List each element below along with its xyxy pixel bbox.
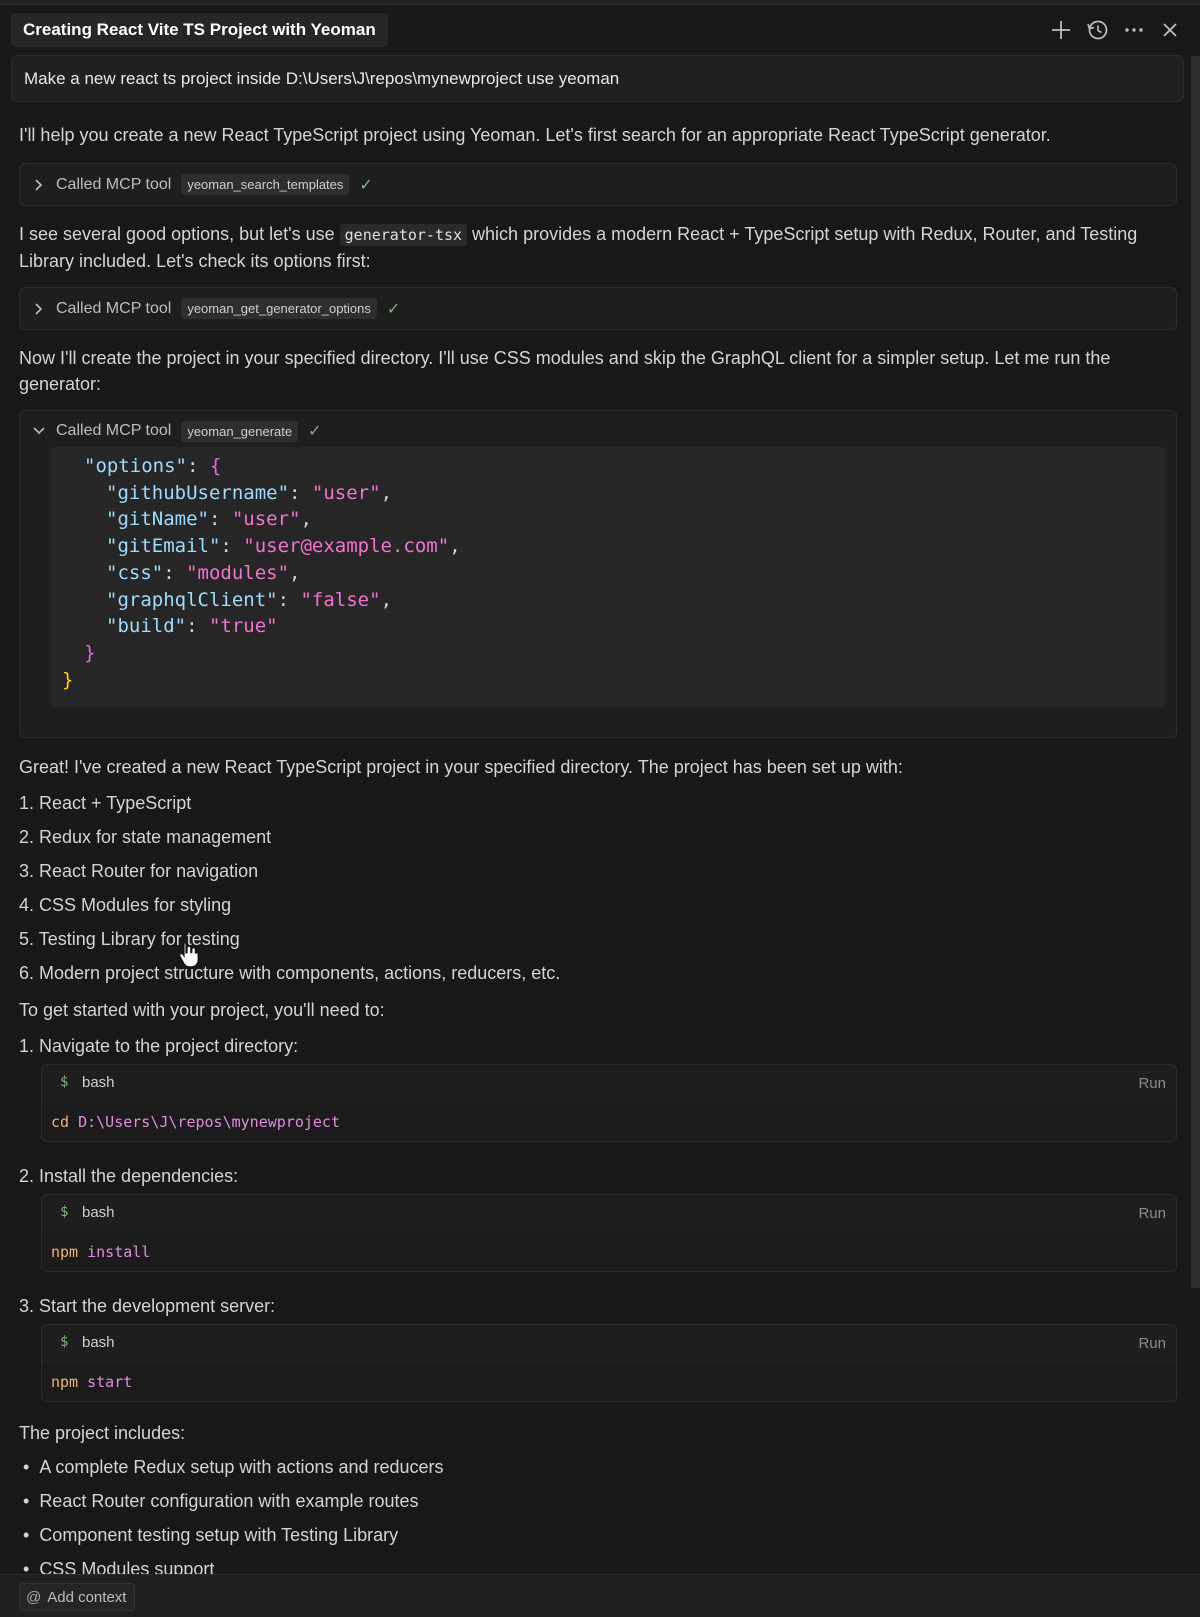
- run-button[interactable]: Run: [1138, 1335, 1166, 1352]
- chevron-down-icon: [33, 427, 45, 435]
- close-icon[interactable]: [1157, 17, 1183, 43]
- list-item: • A complete Redux setup with actions an…: [23, 1457, 444, 1477]
- chat-input-footer: @ Add context: [0, 1574, 1200, 1617]
- assistant-intro: I'll help you create a new React TypeScr…: [19, 125, 1051, 145]
- inline-code-generator: generator-tsx: [339, 224, 468, 246]
- terminal-icon: $: [60, 1334, 69, 1350]
- user-prompt[interactable]: Make a new react ts project inside D:\Us…: [11, 55, 1184, 102]
- step-label: 1. Navigate to the project directory:: [19, 1036, 299, 1056]
- code-language: bash: [82, 1074, 115, 1091]
- chevron-right-icon: [35, 178, 43, 191]
- code-command: npm start: [51, 1373, 133, 1391]
- code-line: "graphqlClient": "false",: [106, 588, 393, 611]
- code-block-header: $ bash Run: [42, 1065, 1176, 1103]
- at-icon: @: [26, 1588, 42, 1606]
- code-block-body[interactable]: npm install: [42, 1233, 1176, 1271]
- code-block-bash: $ bash Run npm install: [41, 1194, 1177, 1272]
- code-line-close-brace-outer: }: [62, 668, 74, 691]
- list-item: 2. Redux for state management: [19, 827, 272, 847]
- code-language: bash: [82, 1204, 115, 1221]
- tool-call-generate: Called MCP tool yeoman_generate ✓ "optio…: [19, 410, 1177, 738]
- plus-icon[interactable]: [1048, 17, 1074, 43]
- tool-name: yeoman_generate: [181, 420, 299, 442]
- terminal-icon: $: [60, 1204, 69, 1220]
- tool-call-search-templates[interactable]: Called MCP tool yeoman_search_templates …: [19, 163, 1177, 206]
- more-icon[interactable]: [1121, 17, 1147, 43]
- check-icon: ✓: [359, 176, 373, 194]
- step-label: 3. Start the development server:: [19, 1296, 276, 1316]
- run-button[interactable]: Run: [1138, 1205, 1166, 1222]
- scrollbar[interactable]: [1191, 56, 1200, 1288]
- assistant-get-started: To get started with your project, you'll…: [19, 1000, 385, 1020]
- step-label: 2. Install the dependencies:: [19, 1166, 239, 1186]
- tool-name: yeoman_search_templates: [181, 174, 350, 195]
- conversation-title[interactable]: Creating React Vite TS Project with Yeom…: [11, 13, 388, 47]
- add-context-button[interactable]: @ Add context: [19, 1583, 136, 1611]
- code-line-options: "options": {: [84, 455, 222, 477]
- list-item: 4. CSS Modules for styling: [19, 895, 232, 915]
- code-line: "build": "true": [106, 615, 278, 638]
- terminal-icon: $: [60, 1074, 69, 1090]
- list-item: • React Router configuration with exampl…: [23, 1491, 419, 1511]
- code-line: "githubUsername": "user",: [106, 481, 393, 504]
- assistant-great-message: Great! I've created a new React TypeScri…: [19, 757, 903, 777]
- list-item: 3. React Router for navigation: [19, 861, 259, 881]
- hand-cursor-icon: [179, 941, 199, 968]
- assistant-create-message: Now I'll create the project in your spec…: [19, 348, 1111, 394]
- run-button[interactable]: Run: [1138, 1075, 1166, 1092]
- tool-call-label: Called MCP tool: [56, 422, 172, 439]
- tool-call-get-generator-options[interactable]: Called MCP tool yeoman_get_generator_opt…: [19, 287, 1177, 330]
- check-icon: ✓: [386, 300, 401, 318]
- code-command: npm install: [51, 1243, 151, 1261]
- add-context-label: Add context: [47, 1588, 127, 1606]
- assistant-includes: The project includes:: [19, 1423, 186, 1443]
- check-icon: ✓: [308, 423, 322, 440]
- tool-call-label: Called MCP tool: [56, 175, 172, 193]
- code-language: bash: [82, 1334, 115, 1351]
- code-block-header: $ bash Run: [42, 1325, 1176, 1363]
- code-block-bash: $ bash Run npm start: [41, 1324, 1177, 1402]
- history-icon[interactable]: [1085, 17, 1111, 43]
- options-text-pre: I see several good options, but let's us…: [19, 224, 340, 244]
- code-block-header: $ bash Run: [42, 1195, 1176, 1233]
- code-command: cd D:\Users\J\repos\mynewproject: [51, 1113, 340, 1131]
- code-block-body[interactable]: npm start: [42, 1363, 1176, 1401]
- tool-call-generate-header[interactable]: Called MCP tool yeoman_generate ✓: [32, 411, 322, 451]
- code-line: "gitName": "user",: [106, 508, 312, 531]
- list-item: 1. React + TypeScript: [19, 793, 192, 813]
- generate-options-code[interactable]: "options": { "githubUsername": "user", "…: [51, 447, 1165, 707]
- tool-name: yeoman_get_generator_options: [181, 298, 377, 319]
- code-line: "gitEmail": "user@example.com",: [106, 535, 461, 558]
- tool-call-label: Called MCP tool: [56, 299, 172, 317]
- chat-header: Creating React Vite TS Project with Yeom…: [0, 5, 1200, 51]
- code-line-close-brace: }: [84, 641, 96, 664]
- code-line: "css": "modules",: [106, 561, 301, 584]
- chevron-right-icon: [35, 302, 43, 315]
- code-block-body[interactable]: cd D:\Users\J\repos\mynewproject: [42, 1103, 1176, 1141]
- code-block-bash: $ bash Run cd D:\Users\J\repos\mynewproj…: [41, 1064, 1177, 1142]
- assistant-options-message: I see several good options, but let's us…: [19, 221, 1179, 274]
- list-item: • Component testing setup with Testing L…: [23, 1525, 399, 1545]
